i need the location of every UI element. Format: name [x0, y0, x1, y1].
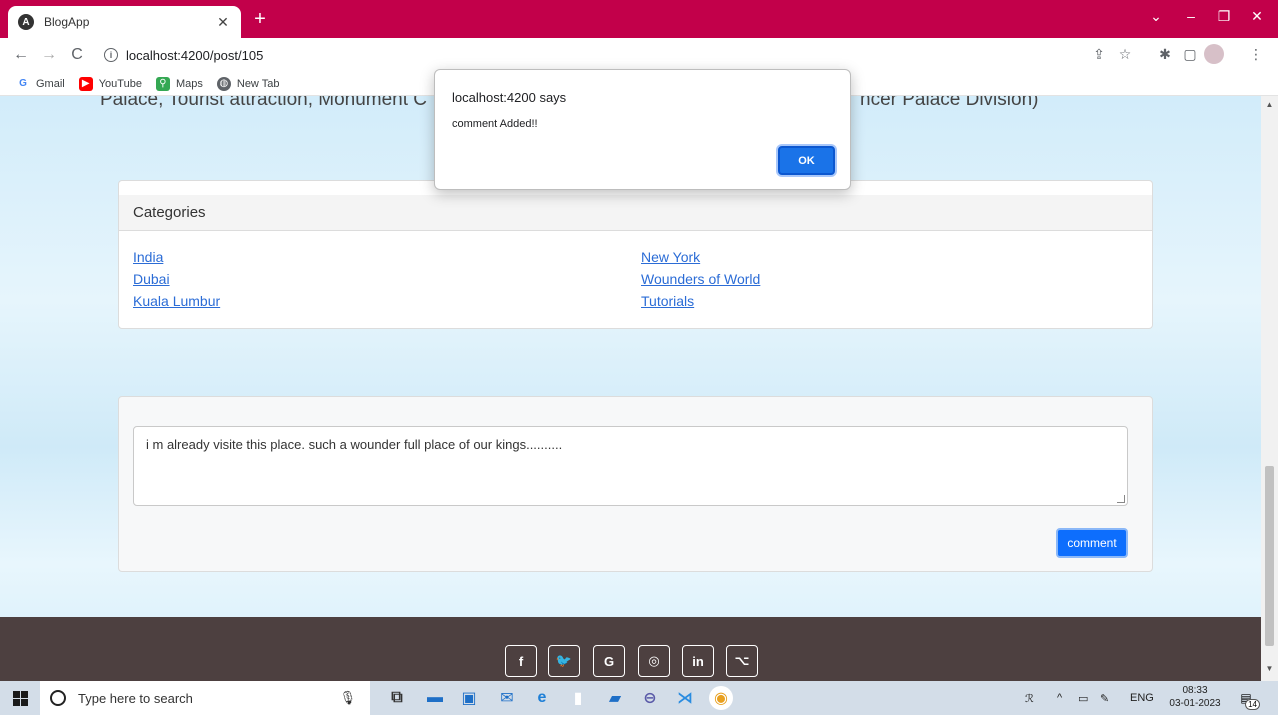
- browser-tabstrip: A BlogApp ✕ + ⌄ – ❐ ✕: [0, 0, 1278, 38]
- notepad-icon[interactable]: ▮: [566, 686, 590, 710]
- reload-button[interactable]: C: [66, 44, 88, 66]
- comment-textarea[interactable]: i m already visite this place. such a wo…: [133, 426, 1128, 506]
- page-scrollbar[interactable]: ▲ ▼: [1261, 96, 1278, 681]
- dialog-message: comment Added!!: [452, 118, 538, 130]
- back-button[interactable]: ←: [10, 44, 32, 66]
- alert-dialog: localhost:4200 says comment Added!! OK: [434, 69, 851, 190]
- side-panel-icon[interactable]: ▢: [1180, 44, 1200, 64]
- category-link-dubai[interactable]: Dubai: [133, 269, 641, 289]
- close-tab-icon[interactable]: ✕: [215, 14, 231, 31]
- comment-card: i m already visite this place. such a wo…: [118, 396, 1153, 572]
- categories-header: Categories: [119, 195, 1152, 231]
- search-placeholder: Type here to search: [78, 690, 193, 706]
- globe-icon: ◍: [216, 76, 231, 91]
- remote-desktop-icon[interactable]: ▰: [603, 686, 627, 710]
- bookmark-label: Gmail: [36, 77, 65, 90]
- task-view-icon[interactable]: ⧉: [385, 686, 409, 710]
- edge-icon[interactable]: e: [530, 686, 554, 710]
- notification-badge: 14: [1245, 699, 1260, 710]
- bookmark-youtube[interactable]: ▶ YouTube: [78, 76, 142, 91]
- angular-icon: A: [18, 14, 34, 30]
- bookmark-maps[interactable]: ⚲ Maps: [155, 76, 203, 91]
- windows-logo-icon: [12, 690, 28, 706]
- twitter-icon[interactable]: 🐦: [548, 645, 580, 677]
- battery-icon[interactable]: ▭: [1078, 681, 1088, 715]
- browser-toolbar: ← → C i localhost:4200/post/105: [0, 38, 1278, 72]
- scroll-up-arrow[interactable]: ▲: [1261, 100, 1278, 114]
- facebook-icon[interactable]: f: [505, 645, 537, 677]
- app-icon[interactable]: ⊖: [638, 686, 662, 710]
- start-button[interactable]: [0, 681, 40, 715]
- google-icon[interactable]: G: [593, 645, 625, 677]
- linkedin-icon[interactable]: in: [682, 645, 714, 677]
- post-tags-text-right: ncer Palace Division): [860, 96, 1039, 110]
- microphone-icon[interactable]: 🎙: [339, 690, 356, 706]
- category-link-wounders-of-world[interactable]: Wounders of World: [641, 269, 1149, 289]
- tray-expand-icon[interactable]: ^: [1057, 681, 1062, 715]
- categories-card: Categories India New York Dubai Wounders…: [118, 180, 1153, 329]
- bookmark-label: YouTube: [98, 77, 142, 90]
- file-explorer-icon[interactable]: ▬: [423, 686, 447, 710]
- resize-grip-icon[interactable]: [1117, 495, 1125, 503]
- pen-icon[interactable]: ✎: [1100, 681, 1109, 715]
- categories-list: India New York Dubai Wounders of World K…: [119, 231, 1152, 311]
- windows-taskbar: Type here to search 🎙 ⧉ ▬ ▣ ✉ e ▮ ▰ ⊖ ⋊ …: [0, 681, 1278, 715]
- tab-blogapp[interactable]: A BlogApp ✕: [8, 6, 241, 38]
- extensions-icon[interactable]: ✱: [1155, 44, 1175, 64]
- scroll-down-arrow[interactable]: ▼: [1261, 664, 1278, 678]
- clock[interactable]: 08:33 03-01-2023: [1164, 684, 1226, 710]
- category-link-india[interactable]: India: [133, 247, 641, 267]
- google-icon: G: [19, 78, 27, 89]
- store-icon[interactable]: ▣: [457, 686, 481, 710]
- new-tab-button[interactable]: +: [249, 9, 271, 31]
- minimize-button[interactable]: –: [1181, 8, 1201, 24]
- profile-avatar[interactable]: [1204, 44, 1224, 64]
- clock-date: 03-01-2023: [1169, 698, 1221, 709]
- comment-text: i m already visite this place. such a wo…: [146, 437, 563, 452]
- category-link-new-york[interactable]: New York: [641, 247, 1149, 267]
- bookmark-label: New Tab: [236, 77, 280, 90]
- menu-kebab-icon[interactable]: ⋮: [1246, 44, 1266, 64]
- dialog-title: localhost:4200 says: [452, 90, 567, 105]
- cortana-icon: [50, 690, 66, 706]
- tab-title: BlogApp: [44, 15, 90, 29]
- people-icon[interactable]: ℛ: [1025, 681, 1034, 715]
- clock-time: 08:33: [1182, 685, 1208, 696]
- bookmark-star-icon[interactable]: ☆: [1115, 44, 1135, 64]
- mail-icon[interactable]: ✉: [495, 686, 519, 710]
- bookmark-label: Maps: [175, 77, 203, 90]
- footer: f 🐦 G ◎ in ⌥: [0, 617, 1261, 681]
- bookmark-gmail[interactable]: G Gmail: [16, 77, 65, 91]
- scroll-thumb[interactable]: [1265, 466, 1274, 646]
- restore-button[interactable]: ❐: [1214, 8, 1234, 25]
- tab-search-icon[interactable]: ⌄: [1146, 8, 1166, 25]
- comment-button[interactable]: comment: [1056, 528, 1128, 558]
- forward-button[interactable]: →: [38, 44, 60, 66]
- bookmark-new-tab[interactable]: ◍ New Tab: [216, 76, 280, 91]
- site-info-icon[interactable]: i: [104, 48, 118, 62]
- taskbar-search[interactable]: Type here to search 🎙: [40, 681, 370, 715]
- language-indicator[interactable]: ENG: [1130, 681, 1154, 715]
- close-window-button[interactable]: ✕: [1247, 8, 1267, 25]
- notification-center-button[interactable]: ▤ 14: [1236, 688, 1260, 710]
- post-tags-text: Palace, Tourist attraction, Monument C: [100, 96, 428, 110]
- share-icon[interactable]: ⇪: [1089, 44, 1109, 64]
- vscode-icon[interactable]: ⋊: [673, 686, 697, 710]
- github-icon[interactable]: ⌥: [726, 645, 758, 677]
- maps-icon: ⚲: [155, 76, 170, 91]
- category-link-tutorials[interactable]: Tutorials: [641, 291, 1149, 311]
- address-bar[interactable]: localhost:4200/post/105: [126, 48, 263, 63]
- instagram-icon[interactable]: ◎: [638, 645, 670, 677]
- chrome-icon[interactable]: ◉: [709, 686, 733, 710]
- dialog-ok-button[interactable]: OK: [778, 146, 835, 175]
- youtube-icon: ▶: [78, 76, 93, 91]
- category-link-kuala-lumbur[interactable]: Kuala Lumbur: [133, 291, 641, 311]
